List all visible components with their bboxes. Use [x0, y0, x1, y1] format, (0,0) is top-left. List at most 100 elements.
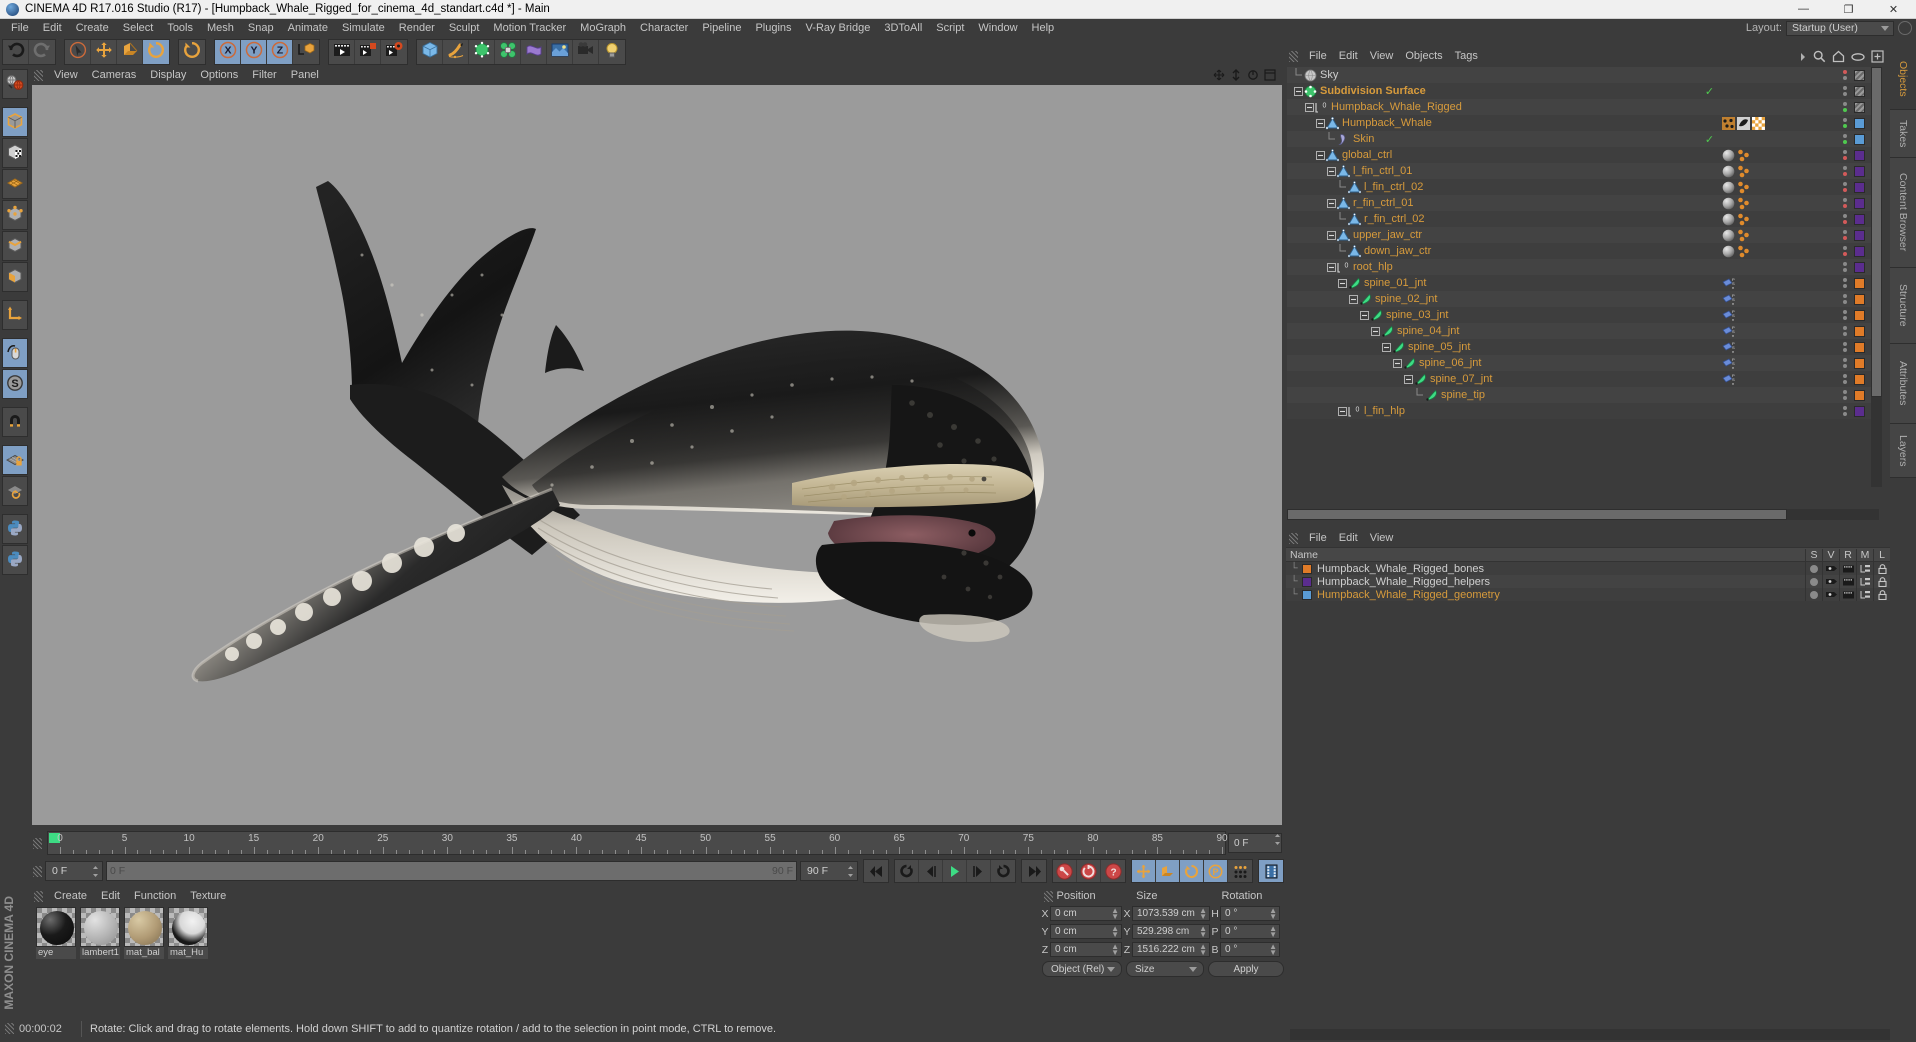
visibility-dot[interactable] [1842, 358, 1847, 362]
layer-lock-toggle[interactable] [1873, 575, 1890, 588]
play-forward-button[interactable] [943, 860, 967, 882]
move-tool[interactable] [91, 39, 117, 64]
weight-tag-icon[interactable]: PSn [1722, 325, 1735, 338]
expander-minus[interactable] [1315, 147, 1326, 163]
visibility-dots[interactable] [1840, 166, 1849, 176]
layer-color-swatch[interactable] [1854, 277, 1865, 289]
visibility-dot[interactable] [1842, 102, 1847, 106]
object-menu-view[interactable]: View [1364, 48, 1400, 65]
close-button[interactable]: ✕ [1871, 0, 1916, 19]
layout-select[interactable]: Startup (User) [1786, 20, 1894, 36]
visibility-dot[interactable] [1842, 166, 1847, 170]
object-menu-edit[interactable]: Edit [1333, 48, 1364, 65]
expander-minus[interactable] [1315, 115, 1326, 131]
play-backwards-button[interactable] [895, 860, 919, 882]
tab-content-browser[interactable]: Content Browser [1890, 158, 1916, 268]
visibility-dot[interactable] [1842, 236, 1847, 240]
material-menu-function[interactable]: Function [127, 888, 183, 904]
menu-item-window[interactable]: Window [971, 19, 1024, 37]
menu-item-3dtoall[interactable]: 3DToAll [877, 19, 929, 37]
visibility-dot[interactable] [1842, 92, 1847, 96]
visibility-dot[interactable] [1842, 310, 1847, 314]
weight-tag-icon[interactable]: PSn [1722, 341, 1735, 354]
object-tree-hscrollbar[interactable] [1287, 509, 1879, 520]
start-frame-field[interactable]: 0 F [45, 861, 103, 881]
object-row[interactable]: spine_03_jnt P Sn [1287, 307, 1879, 323]
object-row[interactable]: Skin ✓ [1287, 131, 1879, 147]
object-tree-vscrollbar[interactable] [1871, 67, 1882, 487]
xpresso-tag-icon[interactable] [1737, 181, 1750, 194]
spinner-icon[interactable] [92, 865, 99, 878]
playback-range-bar[interactable]: 0 F 90 F [106, 861, 797, 881]
tab-structure[interactable]: Structure [1890, 268, 1916, 344]
render-to-picture-viewer-button[interactable] [355, 39, 381, 64]
visibility-dot[interactable] [1842, 140, 1847, 144]
visibility-dots[interactable] [1840, 342, 1849, 352]
visibility-dots[interactable] [1840, 134, 1849, 144]
position-field-x[interactable]: 0 cm ▲ ▼ [1050, 906, 1122, 921]
rotation-field-h[interactable]: 0 ° ▲ ▼ [1220, 906, 1280, 921]
visibility-dot[interactable] [1842, 118, 1847, 122]
z-axis-lock[interactable]: Z [267, 39, 293, 64]
menu-item-plugins[interactable]: Plugins [748, 19, 798, 37]
python-button-1[interactable] [2, 514, 28, 544]
polygon-mode-button[interactable] [2, 169, 28, 199]
size-mode-dropdown[interactable]: Size [1126, 961, 1204, 977]
rotate-tool[interactable] [143, 39, 169, 64]
current-frame-field[interactable]: 0 F [1228, 833, 1282, 853]
python-button-2[interactable] [2, 545, 28, 575]
visibility-dot[interactable] [1842, 188, 1847, 192]
visibility-dot[interactable] [1842, 300, 1847, 304]
spinner-icon[interactable]: ▲ ▼ [1111, 907, 1119, 921]
layer-row[interactable]: └ Humpback_Whale_Rigged_bones [1286, 562, 1890, 575]
layer-render-toggle[interactable] [1839, 588, 1856, 601]
layer-visible-toggle[interactable] [1822, 588, 1839, 601]
tab-layers[interactable]: Layers [1890, 424, 1916, 478]
object-row[interactable]: r_fin_ctrl_01 [1287, 195, 1879, 211]
make-editable-button[interactable] [2, 69, 28, 99]
expander-minus[interactable] [1392, 355, 1403, 371]
render-view-button[interactable] [329, 39, 355, 64]
visibility-dots[interactable] [1840, 182, 1849, 192]
more-arrow-icon[interactable] [1799, 52, 1807, 62]
menu-item-file[interactable]: File [4, 19, 36, 37]
layer-menu-file[interactable]: File [1303, 530, 1333, 547]
expander-minus[interactable] [1326, 259, 1337, 275]
spinner-icon[interactable]: ▲ ▼ [1269, 907, 1277, 921]
object-row[interactable]: spine_07_jnt P Sn [1287, 371, 1879, 387]
layer-color-swatch[interactable] [1854, 325, 1865, 337]
panel-grip-icon[interactable] [1289, 533, 1298, 544]
keyframe-selection-button[interactable]: ? [1101, 860, 1125, 882]
object-row[interactable]: Subdivision Surface ✓ [1287, 83, 1879, 99]
layer-solo-toggle[interactable] [1805, 562, 1822, 575]
weight-tag-icon[interactable]: PSn [1722, 293, 1735, 306]
expander-minus[interactable] [1359, 307, 1370, 323]
spinner-icon[interactable]: ▲ ▼ [1199, 943, 1207, 957]
menu-item-snap[interactable]: Snap [241, 19, 281, 37]
object-row[interactable]: Humpback_Whale [1287, 115, 1879, 131]
spinner-icon[interactable] [1274, 833, 1281, 846]
record-pla-button[interactable] [1228, 860, 1252, 882]
visibility-dot[interactable] [1842, 86, 1847, 90]
layer-row[interactable]: └ Humpback_Whale_Rigged_helpers [1286, 575, 1890, 588]
array-button[interactable] [495, 39, 521, 64]
spinner-icon[interactable]: ▲ ▼ [1111, 943, 1119, 957]
layer-render-toggle[interactable] [1839, 562, 1856, 575]
panel-grip-icon[interactable] [5, 1023, 14, 1034]
layer-menu-view[interactable]: View [1364, 530, 1400, 547]
visibility-dot[interactable] [1842, 262, 1847, 266]
y-axis-lock[interactable]: Y [241, 39, 267, 64]
maximize-button[interactable]: ❐ [1826, 0, 1871, 19]
object-row[interactable]: spine_02_jnt P Sn [1287, 291, 1879, 307]
object-row[interactable]: down_jaw_ctr [1287, 243, 1879, 259]
visibility-dots[interactable] [1840, 390, 1849, 400]
visibility-dot[interactable] [1842, 278, 1847, 282]
model-mode-button[interactable] [2, 107, 28, 137]
menu-item-help[interactable]: Help [1025, 19, 1062, 37]
texture-mode-button[interactable] [2, 138, 28, 168]
menu-item-simulate[interactable]: Simulate [335, 19, 392, 37]
rotate-tool-2[interactable] [179, 40, 205, 64]
visibility-dots[interactable] [1840, 150, 1849, 160]
sphere-tag-icon[interactable] [1722, 245, 1735, 258]
xpresso-tag-icon[interactable] [1737, 245, 1750, 258]
